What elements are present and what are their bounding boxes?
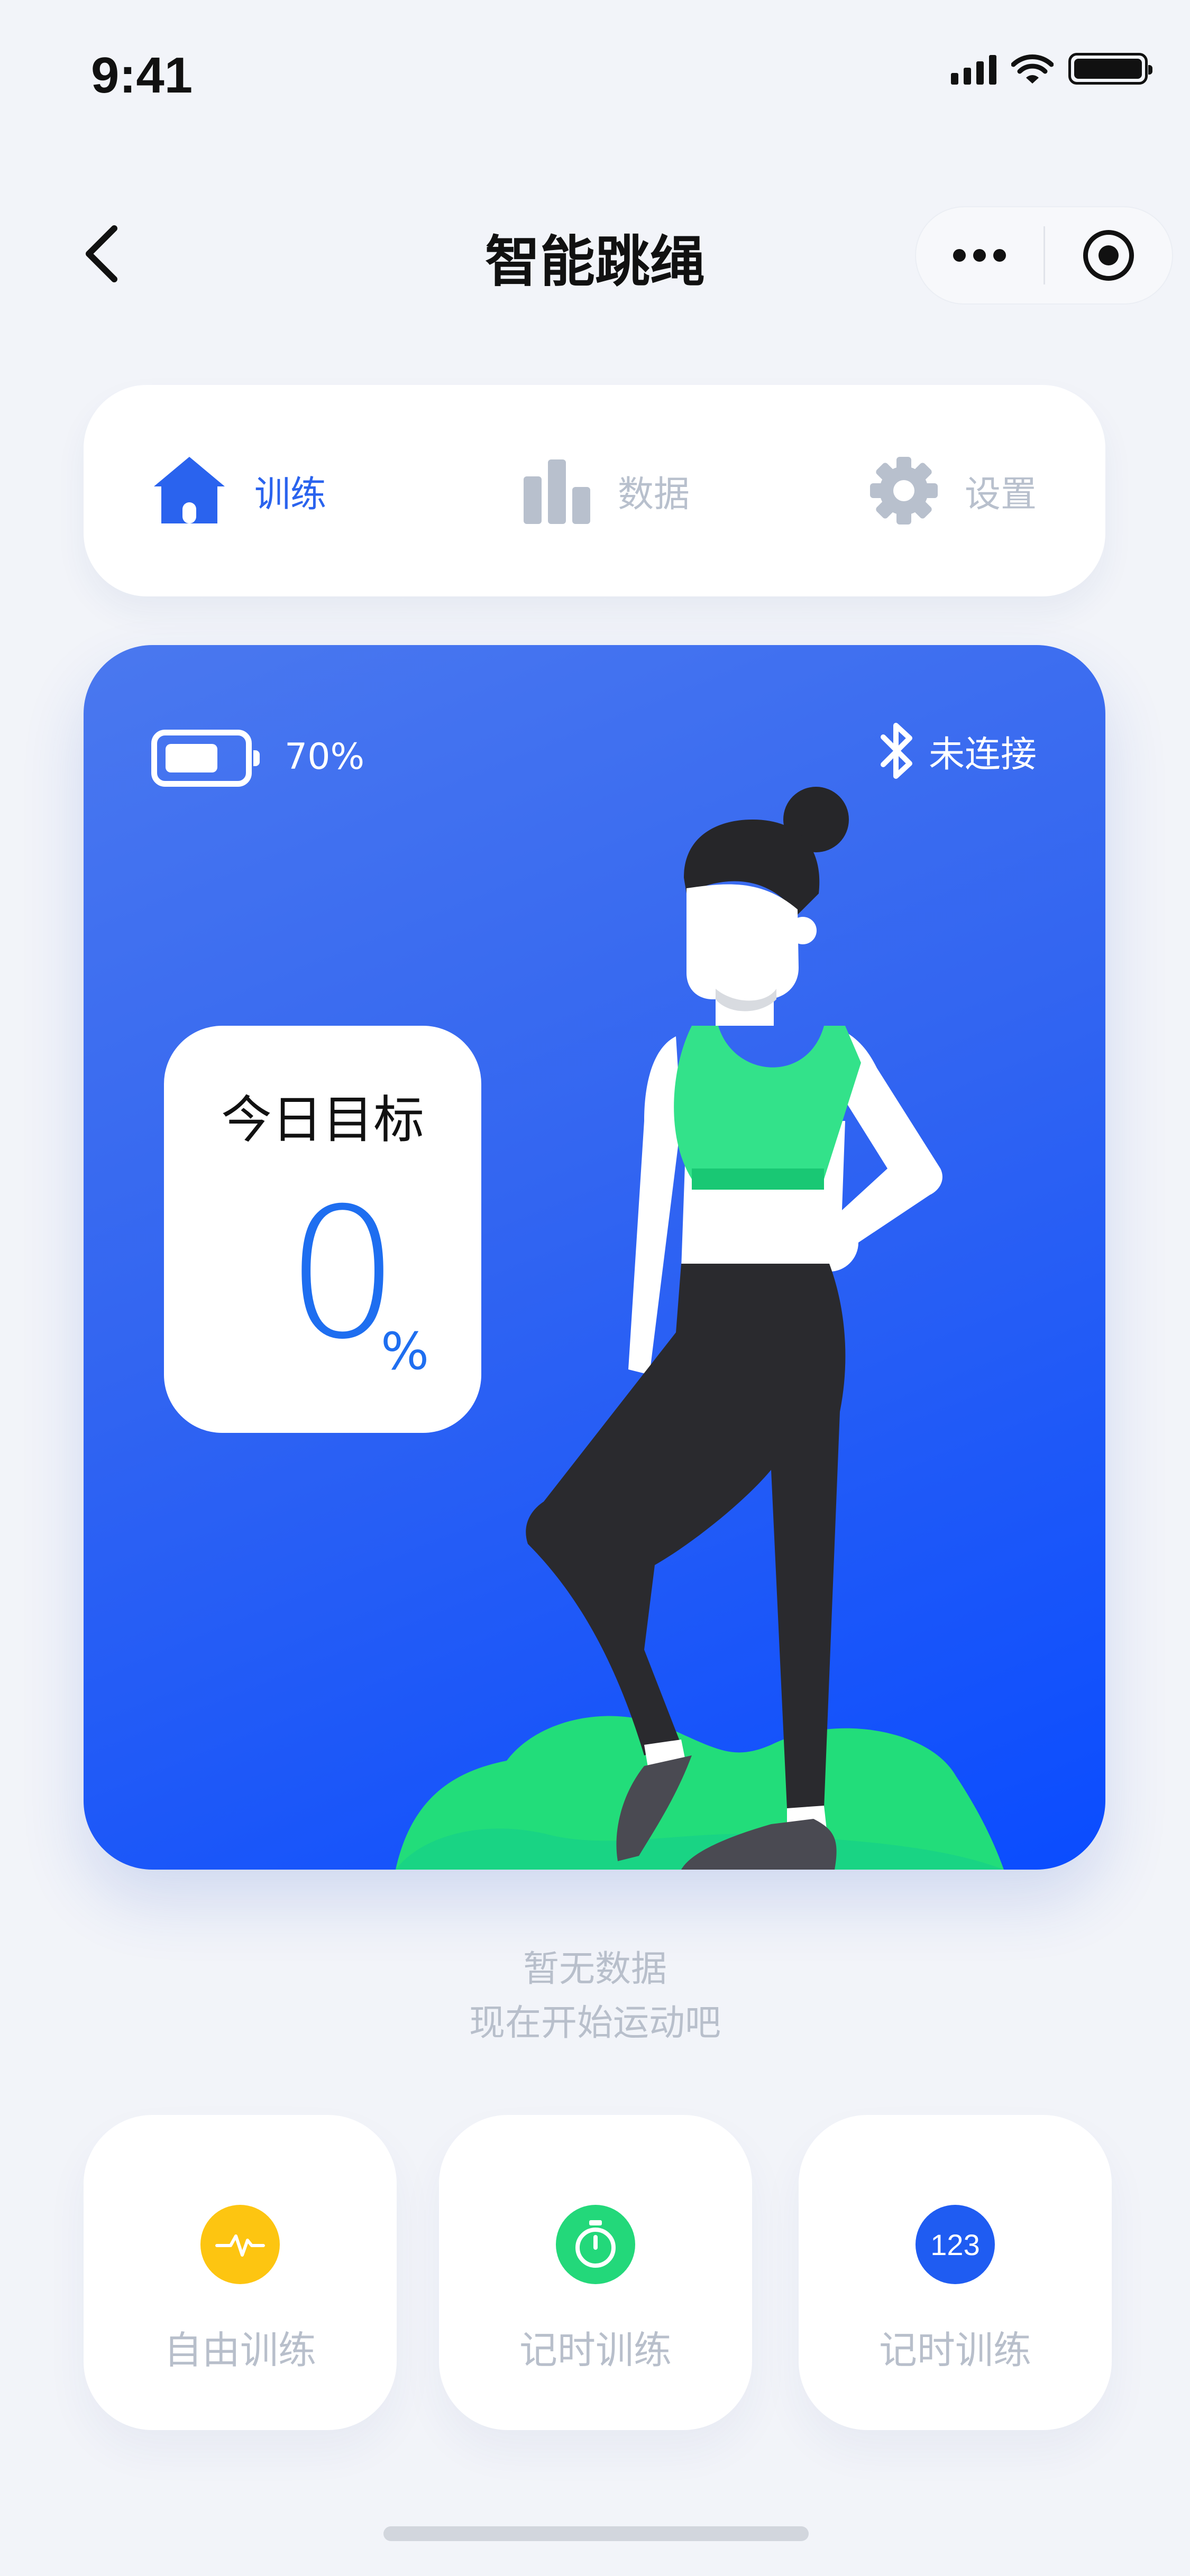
battery-percentage: 70%	[285, 736, 365, 778]
tab-bar: 训练 数据 设置	[84, 385, 1105, 596]
count-training-card[interactable]: 123 记时训练	[799, 2115, 1112, 2430]
tab-data[interactable]: 数据	[524, 385, 690, 596]
free-training-card[interactable]: 自由训练	[84, 2115, 397, 2430]
battery-icon	[1068, 53, 1152, 85]
more-dots-icon[interactable]	[916, 207, 1043, 303]
status-icons	[951, 53, 1152, 85]
daily-goal-card[interactable]: 今日目标 0 %	[164, 1026, 481, 1433]
bluetooth-status-label: 未连接	[928, 733, 1037, 776]
mode-label: 记时训练	[878, 2328, 1031, 2372]
mini-program-capsule	[915, 206, 1173, 305]
bar-chart-icon	[524, 459, 590, 524]
mode-label: 自由训练	[163, 2328, 316, 2372]
empty-state-title: 暂无数据	[523, 1948, 667, 1990]
tab-training[interactable]: 训练	[150, 385, 326, 596]
battery-icon	[151, 730, 260, 787]
mode-label: 记时训练	[519, 2328, 672, 2372]
status-time: 9:41	[91, 47, 193, 104]
home-icon	[154, 457, 225, 523]
tab-label: 训练	[254, 473, 327, 516]
signal-icon	[951, 53, 996, 85]
counter-icon: 123	[916, 2205, 995, 2284]
home-indicator[interactable]	[383, 2526, 809, 2541]
goal-title: 今日目标	[221, 1090, 424, 1149]
bluetooth-icon	[880, 723, 912, 779]
timed-training-card[interactable]: 记时训练	[439, 2115, 752, 2430]
target-icon[interactable]	[1045, 207, 1173, 303]
tab-label: 数据	[618, 473, 690, 516]
tab-label: 设置	[965, 473, 1037, 516]
bluetooth-status[interactable]: 未连接	[879, 719, 1037, 783]
wifi-icon	[1011, 54, 1054, 84]
pulse-icon	[200, 2205, 280, 2284]
goal-unit: %	[381, 1322, 429, 1381]
counter-icon-text: 123	[930, 2228, 980, 2261]
gear-icon	[870, 457, 938, 525]
training-hero-card: 70% 未连接 今日目标 0 %	[84, 645, 1105, 1870]
stopwatch-icon	[556, 2205, 635, 2284]
empty-state-hint: 现在开始运动吧	[469, 2002, 721, 2044]
app-screen: 9:41 智能跳绳 训练 数据 设置 70% 未连接 今日目标 0 % 暂无数据…	[0, 0, 1190, 2576]
tab-settings[interactable]: 设置	[868, 385, 1037, 596]
